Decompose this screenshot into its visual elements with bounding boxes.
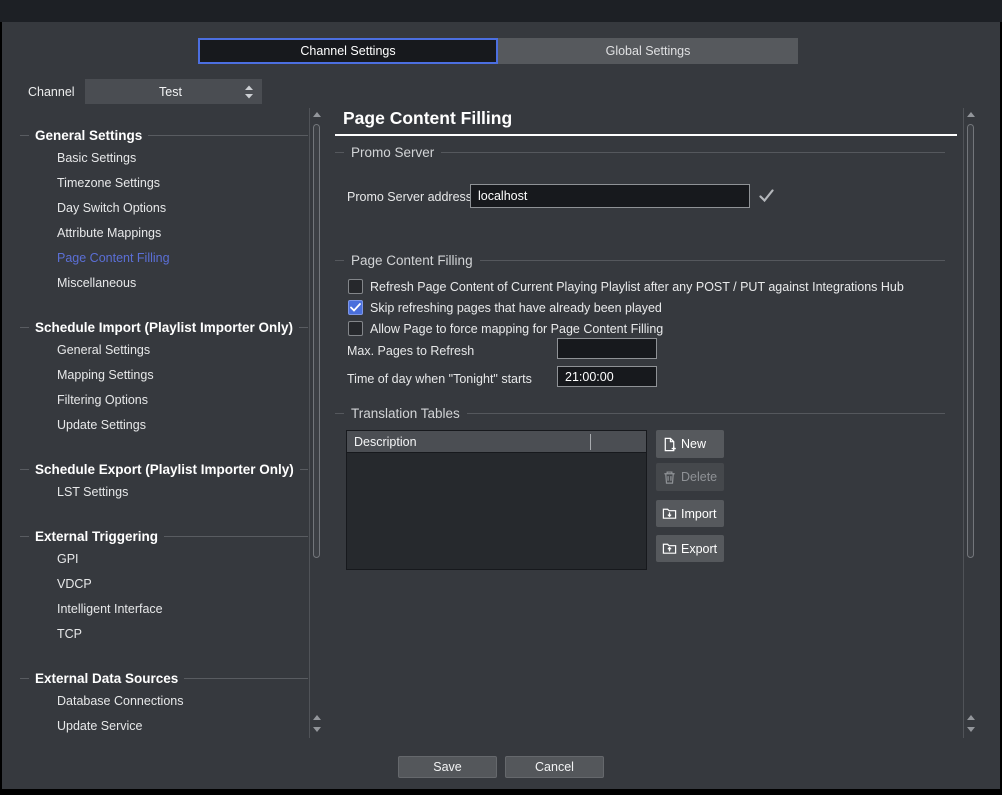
column-divider[interactable] bbox=[590, 434, 591, 450]
folder-arrow-down-icon bbox=[662, 506, 677, 521]
sidebar-scrollbar-thumb[interactable] bbox=[313, 124, 320, 558]
channel-select-value: Test bbox=[85, 85, 242, 99]
sidebar-item-update-settings[interactable]: Update Settings bbox=[20, 412, 308, 437]
sidebar-item-vdcp[interactable]: VDCP bbox=[20, 571, 308, 596]
folder-arrow-up-icon bbox=[662, 541, 677, 556]
nav-group-schedule-export: Schedule Export (Playlist Importer Only)… bbox=[20, 459, 308, 504]
sidebar-item-miscellaneous[interactable]: Miscellaneous bbox=[20, 270, 308, 295]
import-button[interactable]: Import bbox=[656, 500, 724, 527]
sidebar-item-day-switch-options[interactable]: Day Switch Options bbox=[20, 195, 308, 220]
description-column-header[interactable]: Description bbox=[347, 431, 646, 453]
sidebar-item-basic-settings[interactable]: Basic Settings bbox=[20, 145, 308, 170]
skip-refreshing-checkbox[interactable] bbox=[348, 300, 363, 315]
checkbox-label: Skip refreshing pages that have already … bbox=[370, 301, 662, 315]
title-underline bbox=[335, 134, 957, 136]
page-content-filling-group-header: Page Content Filling bbox=[335, 253, 945, 267]
nav-group-header: External Data Sources bbox=[20, 668, 308, 688]
translation-tables-group-header: Translation Tables bbox=[335, 406, 945, 420]
scroll-up-icon[interactable] bbox=[967, 112, 975, 117]
checkmark-icon bbox=[758, 187, 775, 204]
nav-group-header: General Settings bbox=[20, 125, 308, 145]
sidebar-item-update-service[interactable]: Update Service bbox=[20, 713, 308, 738]
checkbox-label: Allow Page to force mapping for Page Con… bbox=[370, 322, 663, 336]
checkbox-row-skip-refreshing: Skip refreshing pages that have already … bbox=[348, 299, 662, 316]
nav-group-external-data-sources: External Data Sources Database Connectio… bbox=[20, 668, 308, 738]
channel-settings-window: Channel Settings Global Settings Channel… bbox=[0, 0, 1002, 795]
scroll-down-icon[interactable] bbox=[967, 727, 975, 732]
sidebar-item-tcp[interactable]: TCP bbox=[20, 621, 308, 646]
new-button[interactable]: New bbox=[656, 430, 724, 458]
nav-group-header: Schedule Export (Playlist Importer Only) bbox=[20, 459, 308, 479]
save-button[interactable]: Save bbox=[398, 756, 497, 778]
nav-group-schedule-import: Schedule Import (Playlist Importer Only)… bbox=[20, 317, 308, 437]
tab-label: Global Settings bbox=[606, 44, 691, 58]
nav-group-header: Schedule Import (Playlist Importer Only) bbox=[20, 317, 308, 337]
main-panel: Page Content Filling Promo Server Promo … bbox=[335, 108, 957, 740]
sidebar-item-database-connections[interactable]: Database Connections bbox=[20, 688, 308, 713]
chevron-up-down-icon bbox=[242, 85, 256, 99]
sidebar-item-import-general-settings[interactable]: General Settings bbox=[20, 337, 308, 362]
sidebar-item-lst-settings[interactable]: LST Settings bbox=[20, 479, 308, 504]
sidebar-item-mapping-settings[interactable]: Mapping Settings bbox=[20, 362, 308, 387]
trash-icon bbox=[662, 470, 677, 485]
scroll-down-icon[interactable] bbox=[313, 727, 321, 732]
tonight-start-label: Time of day when "Tonight" starts bbox=[347, 372, 532, 386]
refresh-page-content-checkbox[interactable] bbox=[348, 279, 363, 294]
allow-force-mapping-checkbox[interactable] bbox=[348, 321, 363, 336]
nav-group-external-triggering: External Triggering GPI VDCP Intelligent… bbox=[20, 526, 308, 646]
sidebar-scrollbar[interactable] bbox=[309, 108, 323, 738]
checkbox-label: Refresh Page Content of Current Playing … bbox=[370, 280, 904, 294]
nav-group-header: External Triggering bbox=[20, 526, 308, 546]
translation-tables-list[interactable]: Description bbox=[346, 430, 647, 570]
title-bar bbox=[0, 0, 1002, 22]
sidebar-item-timezone-settings[interactable]: Timezone Settings bbox=[20, 170, 308, 195]
page-title: Page Content Filling bbox=[343, 108, 512, 129]
settings-nav: General Settings Basic Settings Timezone… bbox=[20, 125, 308, 738]
sidebar-item-attribute-mappings[interactable]: Attribute Mappings bbox=[20, 220, 308, 245]
promo-server-group-header: Promo Server bbox=[335, 145, 945, 159]
checkbox-row-refresh-page-content: Refresh Page Content of Current Playing … bbox=[348, 278, 904, 295]
export-button[interactable]: Export bbox=[656, 535, 724, 562]
nav-group-general: General Settings Basic Settings Timezone… bbox=[20, 125, 308, 295]
sidebar-item-gpi[interactable]: GPI bbox=[20, 546, 308, 571]
tab-global-settings[interactable]: Global Settings bbox=[498, 38, 798, 64]
sidebar-item-intelligent-interface[interactable]: Intelligent Interface bbox=[20, 596, 308, 621]
tab-channel-settings[interactable]: Channel Settings bbox=[198, 38, 498, 64]
checkbox-row-allow-force-mapping: Allow Page to force mapping for Page Con… bbox=[348, 320, 663, 337]
channel-select[interactable]: Test bbox=[85, 79, 262, 104]
tab-label: Channel Settings bbox=[300, 44, 395, 58]
max-pages-input[interactable] bbox=[557, 338, 657, 359]
main-scrollbar-thumb[interactable] bbox=[967, 124, 974, 558]
tonight-start-input[interactable] bbox=[557, 366, 657, 387]
max-pages-label: Max. Pages to Refresh bbox=[347, 344, 474, 358]
delete-button[interactable]: Delete bbox=[656, 463, 724, 491]
promo-server-address-input[interactable] bbox=[470, 184, 750, 208]
channel-label: Channel bbox=[28, 85, 75, 99]
document-plus-icon bbox=[662, 437, 677, 452]
scroll-up-icon[interactable] bbox=[313, 112, 321, 117]
sidebar-item-filtering-options[interactable]: Filtering Options bbox=[20, 387, 308, 412]
sidebar-item-page-content-filling[interactable]: Page Content Filling bbox=[20, 245, 308, 270]
scroll-up-icon[interactable] bbox=[967, 715, 975, 720]
scroll-up-icon[interactable] bbox=[313, 715, 321, 720]
promo-server-address-label: Promo Server address bbox=[347, 190, 472, 204]
cancel-button[interactable]: Cancel bbox=[505, 756, 604, 778]
main-scrollbar[interactable] bbox=[963, 108, 977, 738]
